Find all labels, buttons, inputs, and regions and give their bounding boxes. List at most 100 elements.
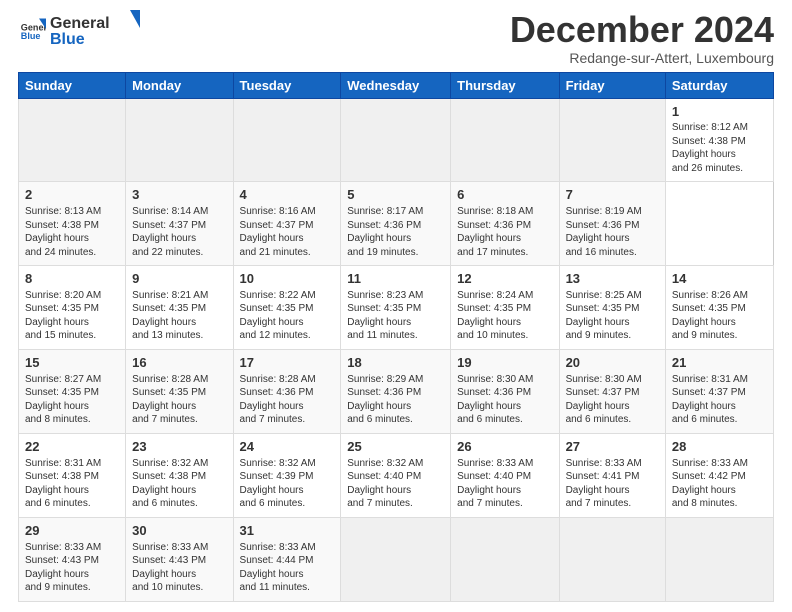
day-number: 3 bbox=[132, 186, 226, 204]
day-number: 30 bbox=[132, 522, 226, 540]
day-number: 20 bbox=[566, 354, 659, 372]
day-info: Sunrise: 8:14 AMSunset: 4:37 PMDaylight … bbox=[132, 206, 208, 258]
table-row: 30 Sunrise: 8:33 AMSunset: 4:43 PMDaylig… bbox=[126, 518, 233, 602]
table-row bbox=[233, 98, 341, 182]
day-info: Sunrise: 8:33 AMSunset: 4:44 PMDaylight … bbox=[240, 542, 316, 594]
month-title: December 2024 bbox=[510, 10, 774, 50]
day-info: Sunrise: 8:33 AMSunset: 4:42 PMDaylight … bbox=[672, 458, 748, 510]
day-info: Sunrise: 8:26 AMSunset: 4:35 PMDaylight … bbox=[672, 290, 748, 342]
day-number: 18 bbox=[347, 354, 444, 372]
col-sunday: Sunday bbox=[19, 72, 126, 98]
day-number: 26 bbox=[457, 438, 552, 456]
table-row: 3 Sunrise: 8:14 AMSunset: 4:37 PMDayligh… bbox=[126, 182, 233, 266]
table-row: 22 Sunrise: 8:31 AMSunset: 4:38 PMDaylig… bbox=[19, 434, 126, 518]
day-info: Sunrise: 8:29 AMSunset: 4:36 PMDaylight … bbox=[347, 374, 423, 426]
calendar-week-row: 29 Sunrise: 8:33 AMSunset: 4:43 PMDaylig… bbox=[19, 518, 774, 602]
svg-text:Blue: Blue bbox=[50, 31, 85, 48]
table-row: 27 Sunrise: 8:33 AMSunset: 4:41 PMDaylig… bbox=[559, 434, 665, 518]
day-info: Sunrise: 8:20 AMSunset: 4:35 PMDaylight … bbox=[25, 290, 101, 342]
table-row bbox=[665, 518, 773, 602]
day-number: 24 bbox=[240, 438, 335, 456]
table-row: 10 Sunrise: 8:22 AMSunset: 4:35 PMDaylig… bbox=[233, 266, 341, 350]
day-number: 29 bbox=[25, 522, 119, 540]
day-number: 4 bbox=[240, 186, 335, 204]
day-number: 23 bbox=[132, 438, 226, 456]
day-info: Sunrise: 8:32 AMSunset: 4:40 PMDaylight … bbox=[347, 458, 423, 510]
logo-area: General Blue General Blue bbox=[18, 10, 140, 48]
svg-text:Blue: Blue bbox=[21, 31, 41, 41]
table-row: 20 Sunrise: 8:30 AMSunset: 4:37 PMDaylig… bbox=[559, 350, 665, 434]
day-info: Sunrise: 8:31 AMSunset: 4:37 PMDaylight … bbox=[672, 374, 748, 426]
day-info: Sunrise: 8:19 AMSunset: 4:36 PMDaylight … bbox=[566, 206, 642, 258]
page: General Blue General Blue December 202 bbox=[0, 0, 792, 612]
table-row bbox=[451, 98, 559, 182]
table-row: 31 Sunrise: 8:33 AMSunset: 4:44 PMDaylig… bbox=[233, 518, 341, 602]
col-friday: Friday bbox=[559, 72, 665, 98]
day-info: Sunrise: 8:21 AMSunset: 4:35 PMDaylight … bbox=[132, 290, 208, 342]
day-number: 13 bbox=[566, 270, 659, 288]
col-wednesday: Wednesday bbox=[341, 72, 451, 98]
table-row: 24 Sunrise: 8:32 AMSunset: 4:39 PMDaylig… bbox=[233, 434, 341, 518]
day-info: Sunrise: 8:33 AMSunset: 4:41 PMDaylight … bbox=[566, 458, 642, 510]
table-row: 16 Sunrise: 8:28 AMSunset: 4:35 PMDaylig… bbox=[126, 350, 233, 434]
day-number: 2 bbox=[25, 186, 119, 204]
day-number: 28 bbox=[672, 438, 767, 456]
day-info: Sunrise: 8:30 AMSunset: 4:37 PMDaylight … bbox=[566, 374, 642, 426]
table-row: 25 Sunrise: 8:32 AMSunset: 4:40 PMDaylig… bbox=[341, 434, 451, 518]
day-number: 7 bbox=[566, 186, 659, 204]
table-row: 29 Sunrise: 8:33 AMSunset: 4:43 PMDaylig… bbox=[19, 518, 126, 602]
calendar-week-row: 1 Sunrise: 8:12 AMSunset: 4:38 PMDayligh… bbox=[19, 98, 774, 182]
table-row bbox=[341, 98, 451, 182]
logo: General Blue General Blue bbox=[18, 10, 140, 48]
day-number: 19 bbox=[457, 354, 552, 372]
day-info: Sunrise: 8:33 AMSunset: 4:40 PMDaylight … bbox=[457, 458, 533, 510]
table-row: 26 Sunrise: 8:33 AMSunset: 4:40 PMDaylig… bbox=[451, 434, 559, 518]
day-info: Sunrise: 8:28 AMSunset: 4:35 PMDaylight … bbox=[132, 374, 208, 426]
table-row: 15 Sunrise: 8:27 AMSunset: 4:35 PMDaylig… bbox=[19, 350, 126, 434]
table-row: 13 Sunrise: 8:25 AMSunset: 4:35 PMDaylig… bbox=[559, 266, 665, 350]
table-row: 18 Sunrise: 8:29 AMSunset: 4:36 PMDaylig… bbox=[341, 350, 451, 434]
table-row bbox=[451, 518, 559, 602]
table-row: 14 Sunrise: 8:26 AMSunset: 4:35 PMDaylig… bbox=[665, 266, 773, 350]
table-row: 23 Sunrise: 8:32 AMSunset: 4:38 PMDaylig… bbox=[126, 434, 233, 518]
table-row: 28 Sunrise: 8:33 AMSunset: 4:42 PMDaylig… bbox=[665, 434, 773, 518]
day-number: 8 bbox=[25, 270, 119, 288]
day-number: 15 bbox=[25, 354, 119, 372]
calendar-week-row: 22 Sunrise: 8:31 AMSunset: 4:38 PMDaylig… bbox=[19, 434, 774, 518]
day-info: Sunrise: 8:23 AMSunset: 4:35 PMDaylight … bbox=[347, 290, 423, 342]
day-info: Sunrise: 8:22 AMSunset: 4:35 PMDaylight … bbox=[240, 290, 316, 342]
table-row: 1 Sunrise: 8:12 AMSunset: 4:38 PMDayligh… bbox=[665, 98, 773, 182]
day-number: 14 bbox=[672, 270, 767, 288]
day-info: Sunrise: 8:33 AMSunset: 4:43 PMDaylight … bbox=[132, 542, 208, 594]
table-row bbox=[559, 98, 665, 182]
day-number: 1 bbox=[672, 103, 767, 121]
subtitle: Redange-sur-Attert, Luxembourg bbox=[510, 50, 774, 66]
calendar-week-row: 15 Sunrise: 8:27 AMSunset: 4:35 PMDaylig… bbox=[19, 350, 774, 434]
day-number: 16 bbox=[132, 354, 226, 372]
calendar-table: Sunday Monday Tuesday Wednesday Thursday… bbox=[18, 72, 774, 602]
day-info: Sunrise: 8:25 AMSunset: 4:35 PMDaylight … bbox=[566, 290, 642, 342]
logo-svg: General Blue bbox=[50, 10, 140, 48]
table-row bbox=[126, 98, 233, 182]
day-info: Sunrise: 8:13 AMSunset: 4:38 PMDaylight … bbox=[25, 206, 101, 258]
day-info: Sunrise: 8:18 AMSunset: 4:36 PMDaylight … bbox=[457, 206, 533, 258]
day-number: 6 bbox=[457, 186, 552, 204]
day-number: 21 bbox=[672, 354, 767, 372]
col-thursday: Thursday bbox=[451, 72, 559, 98]
day-info: Sunrise: 8:17 AMSunset: 4:36 PMDaylight … bbox=[347, 206, 423, 258]
day-number: 11 bbox=[347, 270, 444, 288]
table-row: 6 Sunrise: 8:18 AMSunset: 4:36 PMDayligh… bbox=[451, 182, 559, 266]
table-row: 4 Sunrise: 8:16 AMSunset: 4:37 PMDayligh… bbox=[233, 182, 341, 266]
day-info: Sunrise: 8:32 AMSunset: 4:39 PMDaylight … bbox=[240, 458, 316, 510]
day-number: 10 bbox=[240, 270, 335, 288]
day-info: Sunrise: 8:12 AMSunset: 4:38 PMDaylight … bbox=[672, 122, 748, 174]
calendar-week-row: 2 Sunrise: 8:13 AMSunset: 4:38 PMDayligh… bbox=[19, 182, 774, 266]
day-number: 12 bbox=[457, 270, 552, 288]
table-row: 19 Sunrise: 8:30 AMSunset: 4:36 PMDaylig… bbox=[451, 350, 559, 434]
day-info: Sunrise: 8:16 AMSunset: 4:37 PMDaylight … bbox=[240, 206, 316, 258]
col-saturday: Saturday bbox=[665, 72, 773, 98]
col-tuesday: Tuesday bbox=[233, 72, 341, 98]
day-number: 5 bbox=[347, 186, 444, 204]
day-info: Sunrise: 8:24 AMSunset: 4:35 PMDaylight … bbox=[457, 290, 533, 342]
table-row bbox=[341, 518, 451, 602]
